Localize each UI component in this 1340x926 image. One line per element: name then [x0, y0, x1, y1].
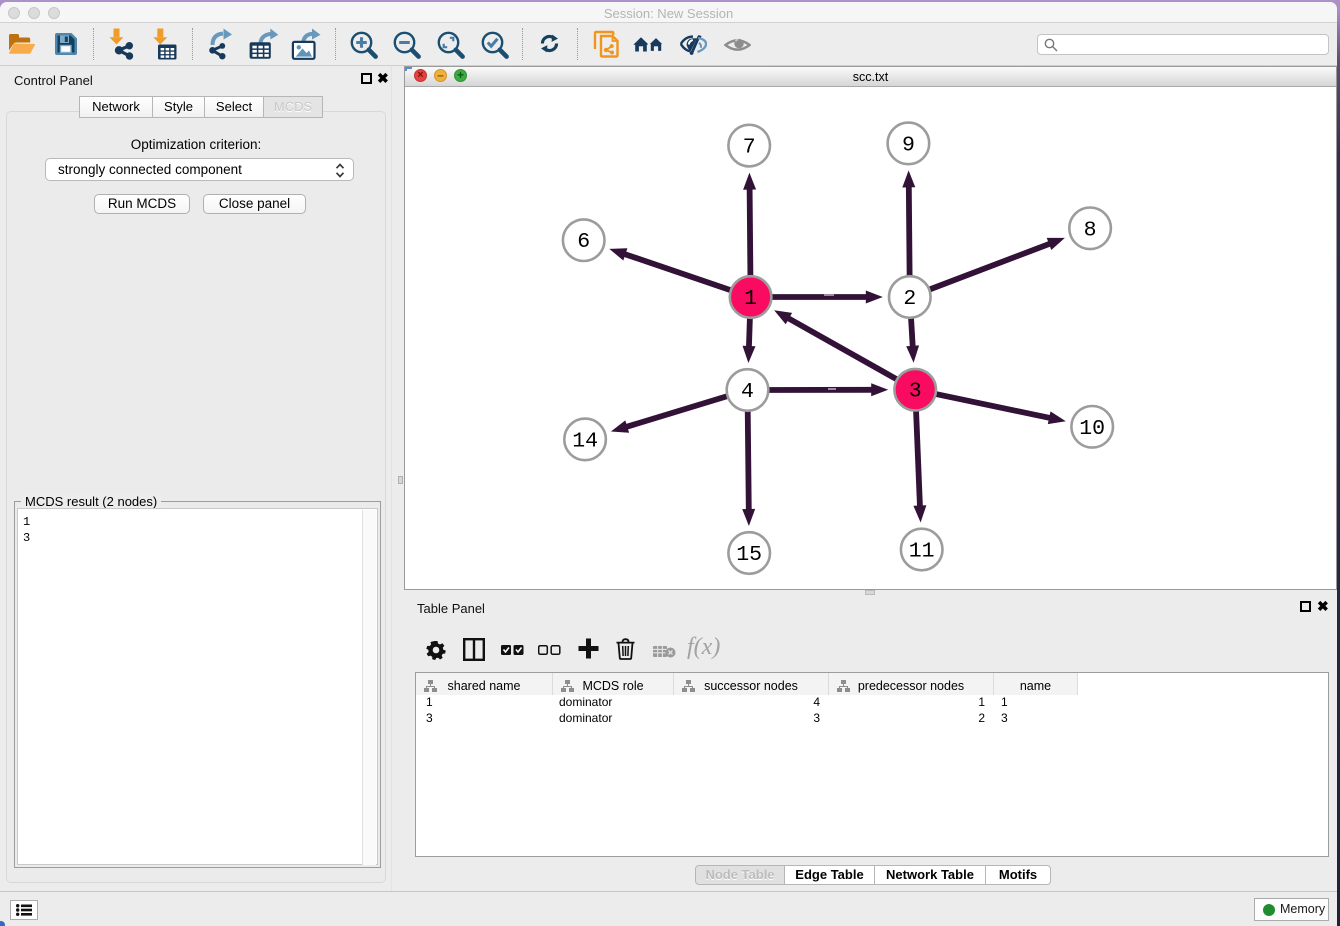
svg-text:8: 8 [1084, 218, 1097, 242]
svg-text:7: 7 [743, 136, 756, 160]
svg-text:6: 6 [577, 230, 590, 254]
svg-text:1: 1 [744, 287, 757, 311]
svg-text:11: 11 [909, 540, 935, 564]
svg-text:15: 15 [736, 543, 762, 567]
svg-text:9: 9 [902, 133, 915, 157]
svg-text:3: 3 [909, 380, 922, 404]
svg-text:4: 4 [741, 380, 754, 404]
svg-text:10: 10 [1079, 417, 1105, 441]
svg-text:2: 2 [903, 287, 916, 311]
svg-text:14: 14 [572, 429, 598, 453]
